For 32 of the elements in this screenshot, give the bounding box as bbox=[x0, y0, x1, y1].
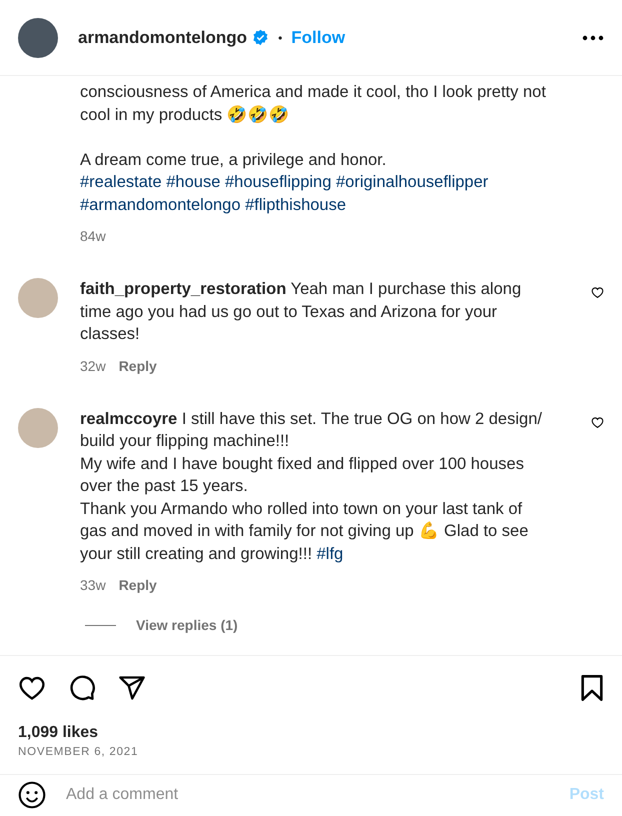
hashtag-link[interactable]: #house bbox=[166, 173, 220, 191]
hashtag-link[interactable]: #lfg bbox=[316, 544, 344, 562]
hashtag-link[interactable]: #houseflipping bbox=[224, 173, 332, 191]
username-link[interactable]: faith_property_restoration bbox=[80, 280, 286, 298]
hashtag-link[interactable]: #realestate bbox=[80, 173, 162, 191]
comment-bubble-icon[interactable] bbox=[68, 674, 96, 702]
comment-text: faith_property_restoration Yeah man I purchase this along time ago you had us go out to Texas and Arizona for your classes! bbox=[80, 279, 522, 345]
comment-text: realmccoyre I still have this set. The true OG on how 2 design/ build your flipping machine!!! My wife and I have bought fixed and flipped over 100 houses over the past 15 years. Thank you Armando who rolled into town on your last tank of gas and moved in with family for not giving up 💪 Glad to see your still creating and growing!!! #lfg bbox=[80, 408, 543, 564]
hashtag-link[interactable]: #originalhouseflipper bbox=[336, 173, 488, 191]
timestamp: 32w bbox=[80, 358, 106, 374]
timestamp: 33w bbox=[80, 577, 106, 593]
likes-count[interactable]: 1,099 likes bbox=[18, 724, 604, 742]
like-heart-icon[interactable] bbox=[18, 674, 46, 702]
post-date: NOVEMBER 6, 2021 bbox=[18, 746, 140, 758]
emoji-smiley-icon[interactable] bbox=[18, 781, 46, 809]
like-heart-icon[interactable] bbox=[591, 286, 604, 299]
hashtag-link[interactable]: #flipthishouse bbox=[245, 196, 346, 214]
reply-button[interactable]: Reply bbox=[118, 577, 157, 593]
share-paper-plane-icon[interactable] bbox=[118, 674, 146, 702]
view-replies-button[interactable]: View replies (1) bbox=[136, 617, 238, 633]
caption-text: A dream come true, a privilege and honor. #realestate #house #houseflipping #originalhouseflipper #armandomontelongo #flipthishouse bbox=[80, 150, 490, 216]
like-heart-icon[interactable] bbox=[591, 416, 604, 428]
hashtag-link[interactable]: #armandomontelongo bbox=[80, 196, 241, 214]
more-options-icon[interactable] bbox=[582, 34, 604, 40]
username-link[interactable]: armandomontelongo bbox=[78, 28, 248, 48]
reply-button[interactable]: Reply bbox=[118, 358, 157, 374]
avatar[interactable] bbox=[18, 18, 58, 58]
timestamp: 84w bbox=[80, 228, 106, 244]
caption-text: consciousness of America and made it cool, tho I look pretty not cool in my products 🤣🤣🤣 bbox=[80, 82, 547, 126]
separator-dot: • bbox=[278, 30, 282, 44]
username-link[interactable]: realmccoyre bbox=[80, 410, 178, 428]
bookmark-icon[interactable] bbox=[580, 674, 604, 702]
